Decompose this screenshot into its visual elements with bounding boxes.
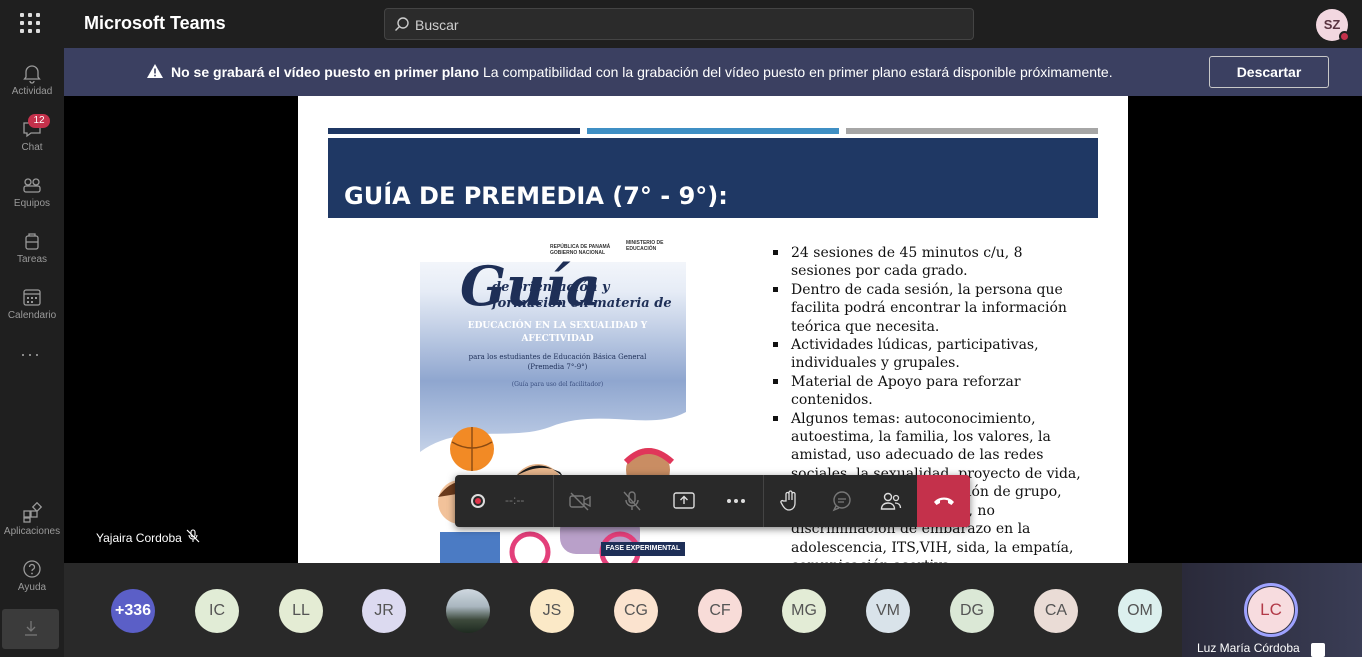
chat-button[interactable] (816, 475, 868, 527)
download-icon (24, 621, 37, 636)
cover-phase-tag: FASE EXPERIMENTAL (601, 542, 685, 556)
app-rail: Actividad 12 Chat Equipos Tareas Calenda… (0, 48, 64, 657)
search-icon (395, 17, 409, 31)
camera-button[interactable] (554, 475, 606, 527)
participant-avatar[interactable]: CF (698, 589, 742, 633)
more-icon (727, 499, 745, 503)
slide-bullet: Actividades lúdicas, participativas, ind… (772, 336, 1082, 373)
rail-item-help[interactable]: Ayuda (0, 550, 64, 600)
participants-button[interactable] (865, 475, 917, 527)
cover-guide-note: (Guía para uso del facilitador) (511, 381, 604, 388)
banner-message: No se grabará el vídeo puesto en primer … (171, 64, 1113, 80)
raise-hand-button[interactable] (764, 475, 816, 527)
rail-label: Calendario (7, 310, 57, 321)
cover-subtitle: de orientación y formación en materia de (492, 280, 672, 311)
rail-item-teams[interactable]: Equipos (0, 166, 64, 216)
leave-call-button[interactable] (917, 475, 970, 527)
rail-item-apps[interactable]: Aplicaciones (0, 494, 64, 544)
presenter-name: Yajaira Cordoba (96, 531, 182, 545)
banner-detail-text: La compatibilidad con la grabación del v… (482, 64, 1113, 80)
cover-audience-text: para los estudiantes de Educación Básica… (468, 353, 647, 371)
dismiss-button[interactable]: Descartar (1209, 56, 1329, 88)
participant-avatar[interactable]: MG (782, 589, 826, 633)
rail-label: Equipos (13, 198, 51, 209)
slide-stripe (587, 128, 839, 134)
help-icon (23, 560, 41, 578)
mic-off-icon (623, 491, 641, 511)
chat-unread-badge: 12 (28, 114, 50, 128)
mic-off-icon (186, 529, 200, 543)
search-input[interactable]: Buscar (415, 17, 459, 33)
participant-avatar[interactable]: OM (1118, 589, 1162, 633)
rail-label: Ayuda (17, 582, 47, 593)
call-timer: --:-- (505, 493, 525, 507)
banner-bold-text: No se grabará el vídeo puesto en primer … (171, 64, 480, 80)
slide-bullet: Material de Apoyo para reforzar contenid… (772, 373, 1082, 410)
record-icon[interactable] (471, 494, 485, 508)
more-apps-icon[interactable]: ··· (20, 344, 41, 365)
bell-icon (23, 65, 41, 84)
recording-warning-banner: No se grabará el vídeo puesto en primer … (64, 48, 1362, 96)
participant-photo-avatar[interactable] (446, 589, 490, 633)
slide-title-bar: GUÍA DE PREMEDIA (7° - 9°): (328, 138, 1098, 218)
rail-label: Aplicaciones (3, 526, 61, 537)
rail-label: Actividad (11, 86, 53, 97)
rail-item-tasks[interactable]: Tareas (0, 222, 64, 272)
title-bar: Microsoft Teams Buscar SZ (0, 0, 1362, 48)
tasks-icon (25, 233, 39, 250)
rail-item-chat[interactable]: 12 Chat (0, 110, 64, 160)
download-button[interactable] (2, 609, 59, 649)
slide-stripe (846, 128, 1098, 134)
app-title: Microsoft Teams (84, 13, 226, 33)
participant-gallery: +336 IC LL JR JS CG CF MG VM DG CA OM (64, 563, 1182, 657)
people-icon (880, 492, 902, 510)
participant-avatar[interactable]: DG (950, 589, 994, 633)
hand-icon (780, 490, 796, 511)
slide-stripe (328, 128, 580, 134)
rail-item-calendar[interactable]: Calendario (0, 278, 64, 328)
profile-avatar[interactable]: SZ (1316, 9, 1350, 42)
self-avatar: LC (1248, 587, 1294, 633)
profile-initials: SZ (1323, 17, 1341, 32)
participant-avatar[interactable]: JR (362, 589, 406, 633)
search-box[interactable]: Buscar (384, 8, 974, 40)
warning-icon (147, 64, 163, 78)
participant-avatar[interactable]: IC (195, 589, 239, 633)
participant-avatar[interactable]: VM (866, 589, 910, 633)
teams-icon (23, 178, 41, 193)
more-actions-button[interactable] (710, 475, 762, 527)
rail-label: Chat (21, 142, 43, 153)
share-screen-icon (673, 492, 695, 509)
slide-bullet: Dentro de cada sesión, la persona que fa… (772, 281, 1082, 336)
apps-icon (23, 502, 43, 523)
teams-meeting-window: Microsoft Teams Buscar SZ Actividad 12 C… (0, 0, 1362, 657)
participant-avatar[interactable]: CG (614, 589, 658, 633)
participant-avatar[interactable]: JS (530, 589, 574, 633)
self-name: Luz María Córdoba (1197, 641, 1300, 655)
chat-bubble-icon (832, 491, 851, 512)
call-control-bar: --:-- (455, 475, 970, 527)
shared-content-stage: GUÍA DE PREMEDIA (7° - 9°): REPÚBLICA DE… (64, 96, 1362, 563)
calendar-icon (23, 289, 41, 306)
mic-button[interactable] (606, 475, 658, 527)
slide-bullet: 24 sesiones de 45 minutos c/u, 8 sesione… (772, 244, 1082, 281)
rail-label: Tareas (16, 254, 47, 265)
cover-edu-text: EDUCACIÓN EN LA SEXUALIDAD Y AFECTIVIDAD (467, 321, 648, 344)
self-video-tile[interactable]: LC Luz María Córdoba (1182, 563, 1362, 657)
camera-off-icon (569, 492, 591, 511)
rail-item-activity[interactable]: Actividad (0, 54, 64, 104)
cover-gov-right: MINISTERIO DE EDUCACIÓN (626, 240, 664, 252)
presence-status-icon (1339, 31, 1350, 42)
participant-avatar[interactable]: CA (1034, 589, 1078, 633)
slide-title: GUÍA DE PREMEDIA (7° - 9°): (344, 182, 728, 210)
share-button[interactable] (658, 475, 710, 527)
hang-up-icon (933, 497, 954, 505)
participant-avatar[interactable]: LL (279, 589, 323, 633)
person-icon (1311, 643, 1325, 657)
more-participants-button[interactable]: +336 (111, 589, 155, 633)
app-launcher-icon[interactable] (20, 13, 40, 33)
